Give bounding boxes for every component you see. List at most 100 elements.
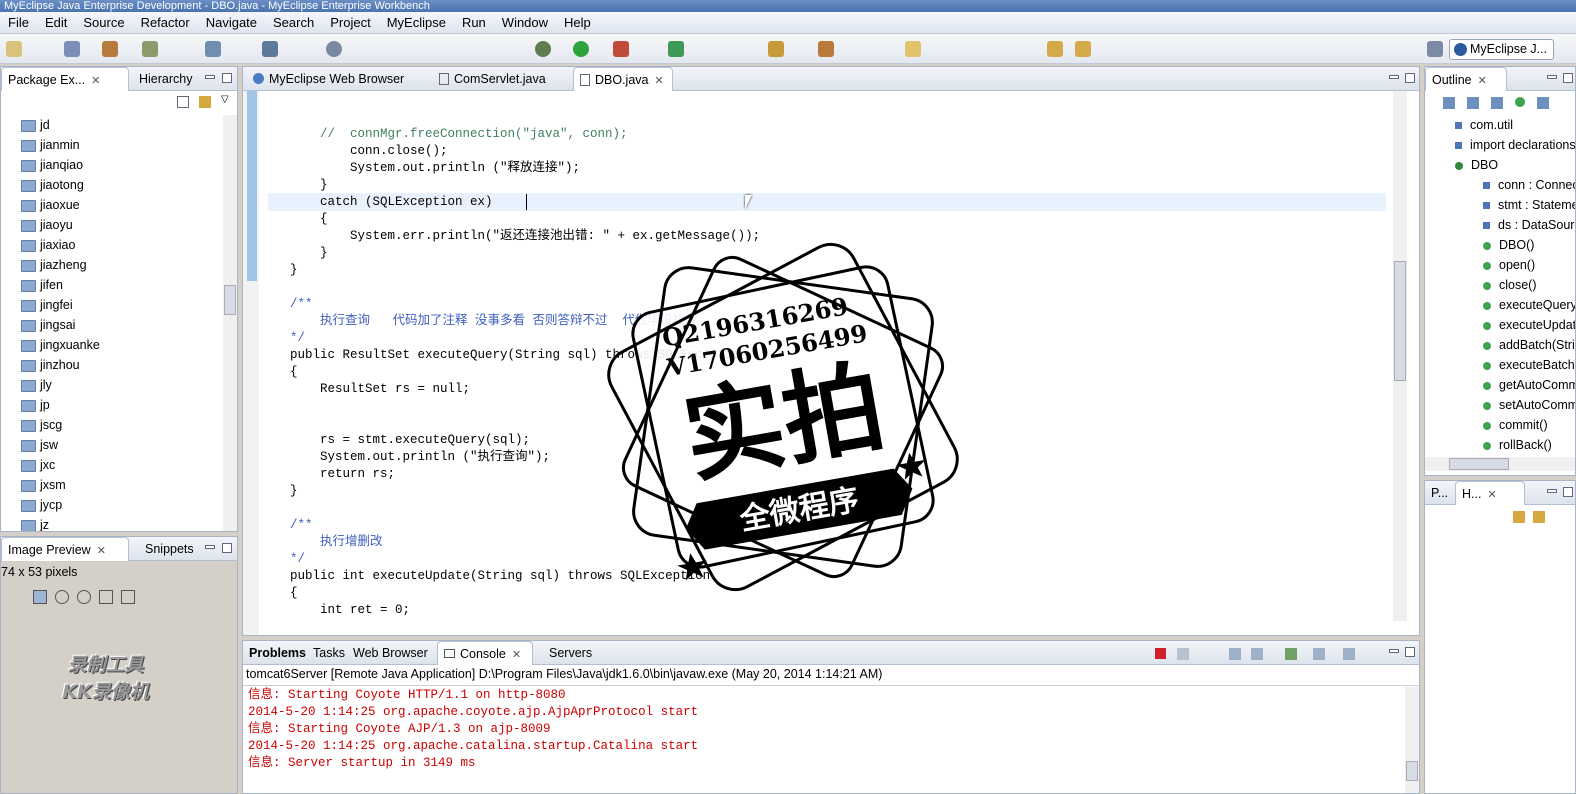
console-scrollbar[interactable] [1405, 687, 1419, 793]
tab-dbo-java[interactable]: DBO.java ✕ [573, 67, 673, 91]
minimize-icon[interactable] [205, 545, 215, 549]
tab-package-explorer[interactable]: Package Ex... ✕ [1, 67, 129, 91]
tab-comservlet-java[interactable]: ComServlet.java [433, 67, 552, 91]
outline-item[interactable]: open() [1483, 255, 1535, 275]
package-item[interactable]: jz [21, 515, 49, 531]
zoom-out-icon[interactable] [55, 590, 69, 604]
open-console-icon[interactable] [1343, 648, 1355, 660]
menu-help[interactable]: Help [556, 12, 599, 34]
outline-item[interactable]: conn : Connection [1483, 175, 1575, 195]
outline-item[interactable]: executeUpdate(String) [1483, 315, 1575, 335]
refresh-icon[interactable] [1513, 511, 1525, 523]
package-item[interactable]: jingxuanke [21, 335, 100, 355]
outline-item[interactable]: DBO [1455, 155, 1498, 175]
tab-p[interactable]: P... [1425, 481, 1454, 505]
menu-source[interactable]: Source [75, 12, 132, 34]
browser-icon[interactable] [326, 41, 342, 57]
collapse-all-icon[interactable] [177, 96, 189, 108]
outline-item[interactable]: close() [1483, 275, 1537, 295]
outline-item[interactable]: commit() [1483, 415, 1548, 435]
outline-item[interactable]: executeQuery(String) [1483, 295, 1575, 315]
outline-item[interactable]: import declarations [1455, 135, 1575, 155]
build-icon[interactable] [142, 41, 158, 57]
package-item[interactable]: jly [21, 375, 52, 395]
package-item[interactable]: jinzhou [21, 355, 80, 375]
explorer-scrollbar[interactable] [223, 115, 237, 531]
hide-static-icon[interactable] [1491, 97, 1503, 109]
menu-run[interactable]: Run [454, 12, 494, 34]
editor-scroll-thumb[interactable] [1394, 261, 1406, 381]
explorer-scroll-thumb[interactable] [224, 285, 236, 315]
minimize-icon[interactable] [1389, 649, 1399, 653]
outline-item[interactable]: rollBack() [1483, 435, 1552, 455]
run-icon[interactable] [573, 41, 589, 57]
close-icon[interactable]: ✕ [1478, 75, 1487, 87]
package-item[interactable]: jp [21, 395, 50, 415]
outline-item[interactable]: com.util [1455, 115, 1513, 135]
package-item[interactable]: jiaxiao [21, 235, 75, 255]
tab-h[interactable]: H... ✕ [1455, 481, 1525, 505]
tab-image-preview[interactable]: Image Preview ✕ [1, 537, 129, 561]
new-class-icon[interactable] [668, 41, 684, 57]
editor-scrollbar[interactable] [1393, 91, 1407, 621]
view-menu-icon[interactable]: ▽ [221, 94, 229, 105]
forward-icon[interactable] [1075, 41, 1091, 57]
server-icon[interactable] [262, 41, 278, 57]
outline-item[interactable]: setAutoCommit(boolean) [1483, 395, 1575, 415]
package-item[interactable]: jingsai [21, 315, 75, 335]
menu-window[interactable]: Window [494, 12, 556, 34]
zoom-fit-icon[interactable] [33, 590, 47, 604]
fullscreen-icon[interactable] [121, 590, 135, 604]
code-area[interactable]: // connMgr.freeConnection("java", conn);… [260, 96, 1390, 621]
console-scroll-thumb[interactable] [1406, 761, 1418, 781]
package-item[interactable]: jsw [21, 435, 58, 455]
outline-item[interactable]: stmt : Statement [1483, 195, 1575, 215]
package-item[interactable]: jycp [21, 495, 62, 515]
maximize-icon[interactable] [222, 543, 232, 553]
back-icon[interactable] [1047, 41, 1063, 57]
package-item[interactable]: jiaotong [21, 175, 84, 195]
outline-item[interactable]: DBO() [1483, 235, 1534, 255]
external-tools-icon[interactable] [613, 41, 629, 57]
scroll-lock-icon[interactable] [1251, 648, 1263, 660]
menu-refactor[interactable]: Refactor [133, 12, 198, 34]
tab-web-browser-bottom[interactable]: Web Browser [347, 641, 434, 665]
tab-web-browser[interactable]: MyEclipse Web Browser [247, 67, 410, 91]
package-item[interactable]: jxsm [21, 475, 66, 495]
minimize-icon[interactable] [1547, 75, 1557, 79]
deploy-icon[interactable] [205, 41, 221, 57]
console-output[interactable]: 信息: Starting Coyote HTTP/1.1 on http-808… [243, 687, 1393, 793]
menu-file[interactable]: File [0, 12, 37, 34]
maximize-icon[interactable] [1405, 73, 1415, 83]
package-item[interactable]: jiazheng [21, 255, 87, 275]
link-editor-icon[interactable] [199, 96, 211, 108]
menu-navigate[interactable]: Navigate [198, 12, 265, 34]
menu-search[interactable]: Search [265, 12, 322, 34]
menu-myeclipse[interactable]: MyEclipse [379, 12, 454, 34]
debug-icon[interactable] [535, 41, 551, 57]
package-item[interactable]: jiaoyu [21, 215, 73, 235]
outline-item[interactable]: getAutoCommit() [1483, 375, 1575, 395]
minimize-icon[interactable] [205, 75, 215, 79]
new-icon[interactable] [6, 41, 22, 57]
outline-item[interactable]: ds : DataSource [1483, 215, 1575, 235]
outline-item[interactable]: executeBatch() [1483, 355, 1575, 375]
tab-snippets[interactable]: Snippets [139, 537, 200, 561]
close-icon[interactable]: ✕ [512, 649, 521, 661]
tab-problems[interactable]: Problems [243, 641, 312, 665]
search-icon[interactable] [818, 41, 834, 57]
package-item[interactable]: jingfei [21, 295, 73, 315]
clear-console-icon[interactable] [1229, 648, 1241, 660]
hide-local-types-icon[interactable] [1537, 97, 1549, 109]
tab-console[interactable]: Console ✕ [437, 641, 533, 665]
close-icon[interactable]: ✕ [91, 75, 100, 87]
tab-servers[interactable]: Servers [543, 641, 598, 665]
package-item[interactable]: jifen [21, 275, 63, 295]
maximize-icon[interactable] [1563, 487, 1573, 497]
display-console-icon[interactable] [1313, 648, 1325, 660]
perspective-toggle-icon[interactable] [905, 41, 921, 57]
actual-size-icon[interactable] [99, 590, 113, 604]
tab-outline[interactable]: Outline ✕ [1425, 67, 1507, 91]
history-icon[interactable] [1533, 511, 1545, 523]
perspective-myeclipse-button[interactable]: MyEclipse J... [1449, 39, 1554, 60]
